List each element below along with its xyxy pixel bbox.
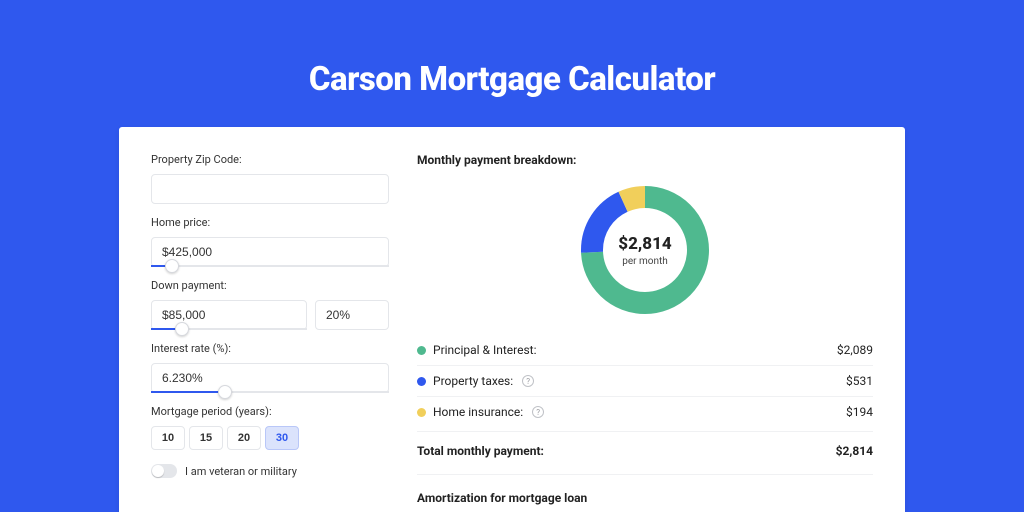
- legend-value: $2,089: [837, 343, 873, 357]
- legend-value: $194: [846, 405, 873, 419]
- amortization-section: Amortization for mortgage loan Amortizat…: [417, 474, 873, 512]
- info-icon[interactable]: ?: [522, 375, 534, 387]
- veteran-row: I am veteran or military: [151, 464, 389, 478]
- period-option-15[interactable]: 15: [189, 426, 223, 450]
- legend-row-1: Property taxes:? $531: [417, 366, 873, 397]
- total-row: Total monthly payment: $2,814: [417, 431, 873, 474]
- home-price-label: Home price:: [151, 216, 389, 229]
- period-option-20[interactable]: 20: [227, 426, 261, 450]
- interest-rate-label: Interest rate (%):: [151, 342, 389, 355]
- legend-row-2: Home insurance:? $194: [417, 397, 873, 427]
- donut-amount: $2,814: [618, 234, 671, 254]
- donut-chart-wrap: $2,814 per month: [417, 179, 873, 335]
- legend-value: $531: [846, 374, 873, 388]
- down-payment-field: Down payment:: [151, 279, 389, 330]
- zip-label: Property Zip Code:: [151, 153, 389, 166]
- home-price-slider[interactable]: [151, 265, 389, 267]
- legend-dot-icon: [417, 346, 426, 355]
- zip-input[interactable]: [151, 174, 389, 204]
- total-label: Total monthly payment:: [417, 444, 544, 458]
- donut-chart: $2,814 per month: [578, 183, 712, 317]
- calculator-card: Property Zip Code: Home price: Down paym…: [119, 127, 905, 512]
- down-payment-slider[interactable]: [151, 328, 307, 330]
- info-icon[interactable]: ?: [532, 406, 544, 418]
- donut-per-month-label: per month: [622, 256, 668, 267]
- inputs-column: Property Zip Code: Home price: Down paym…: [151, 153, 389, 512]
- interest-rate-slider[interactable]: [151, 391, 389, 393]
- period-option-10[interactable]: 10: [151, 426, 185, 450]
- mortgage-period-options: 10152030: [151, 426, 389, 450]
- zip-field: Property Zip Code:: [151, 153, 389, 204]
- home-price-input[interactable]: [151, 237, 389, 267]
- legend: Principal & Interest: $2,089 Property taxe…: [417, 335, 873, 427]
- home-price-field: Home price:: [151, 216, 389, 267]
- page-title: Carson Mortgage Calculator: [0, 0, 1024, 127]
- mortgage-period-label: Mortgage period (years):: [151, 405, 389, 418]
- legend-row-0: Principal & Interest: $2,089: [417, 335, 873, 366]
- total-value: $2,814: [836, 444, 873, 458]
- legend-label: Home insurance:: [433, 405, 523, 419]
- legend-label: Principal & Interest:: [433, 343, 537, 357]
- legend-dot-icon: [417, 408, 426, 417]
- breakdown-column: Monthly payment breakdown: $2,814 per mo…: [417, 153, 873, 512]
- interest-rate-field: Interest rate (%):: [151, 342, 389, 393]
- breakdown-title: Monthly payment breakdown:: [417, 153, 873, 167]
- down-payment-input[interactable]: [151, 300, 307, 330]
- amortization-title: Amortization for mortgage loan: [417, 491, 873, 505]
- veteran-label: I am veteran or military: [185, 465, 297, 478]
- down-payment-label: Down payment:: [151, 279, 389, 292]
- period-option-30[interactable]: 30: [265, 426, 299, 450]
- veteran-toggle[interactable]: [151, 464, 177, 478]
- down-payment-pct-input[interactable]: [315, 300, 389, 330]
- interest-rate-input[interactable]: [151, 363, 389, 393]
- mortgage-period-field: Mortgage period (years): 10152030: [151, 405, 389, 450]
- legend-label: Property taxes:: [433, 374, 513, 388]
- legend-dot-icon: [417, 377, 426, 386]
